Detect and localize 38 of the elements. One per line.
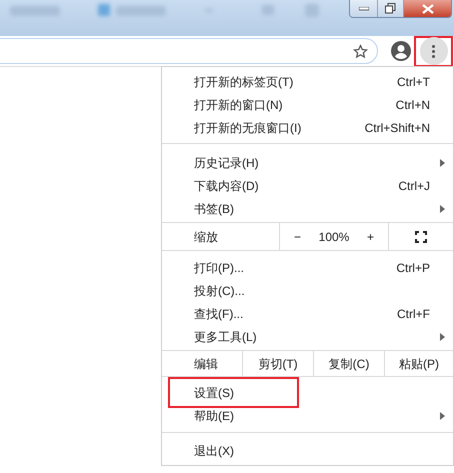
menu-item[interactable]: 更多工具(L) [162,325,453,348]
minimize-button[interactable] [350,0,378,17]
shortcut-text: Ctrl+J [398,178,430,194]
zoom-level: 100% [318,228,350,246]
menu-item[interactable]: 退出(X) [162,439,453,462]
zoom-out-button[interactable]: − [290,228,306,246]
paste-button[interactable]: 粘贴(P) [384,351,453,376]
close-icon [422,4,434,14]
menu-item[interactable]: 设置(S) [162,381,453,404]
restore-icon [385,3,396,14]
star-icon[interactable] [353,44,368,58]
fullscreen-icon[interactable] [415,230,427,242]
zoom-label: 缩放 [193,228,219,246]
menu-item[interactable]: 打印(P)... Ctrl+P [162,256,453,279]
cut-button[interactable]: 剪切(T) [242,351,313,376]
menu-item[interactable]: 打开新的无痕窗口(I) Ctrl+Shift+N [162,116,453,139]
copy-button[interactable]: 复制(C) [313,351,384,376]
shortcut-text: Ctrl+F [397,306,430,322]
menu-item[interactable]: 下载内容(D) Ctrl+J [162,174,453,197]
shortcut-text: Ctrl+N [396,96,430,114]
restore-button[interactable] [378,0,404,17]
menu-item[interactable]: 查找(F)... Ctrl+F [162,302,453,325]
close-button[interactable] [404,0,451,17]
menu-item[interactable]: 书签(B) [162,197,453,220]
minimize-icon [358,6,368,10]
shortcut-text: Ctrl+T [397,74,430,90]
menu-item[interactable]: 投射(C)... [162,279,453,302]
menu-item[interactable]: 帮助(E) [162,404,453,427]
shortcut-text: Ctrl+P [396,260,430,276]
zoom-in-button[interactable]: + [362,228,378,246]
account-icon[interactable] [391,41,411,61]
menu-item[interactable]: 打开新的窗口(N) Ctrl+N [162,93,453,116]
shortcut-text: Ctrl+Shift+N [364,120,430,136]
menu-item[interactable]: 历史记录(H) [162,151,453,174]
address-field[interactable] [0,38,378,64]
menu-item[interactable]: 打开新的标签页(T) Ctrl+T [162,70,453,93]
edit-label: 编辑 [193,356,219,372]
more-icon [420,37,448,65]
